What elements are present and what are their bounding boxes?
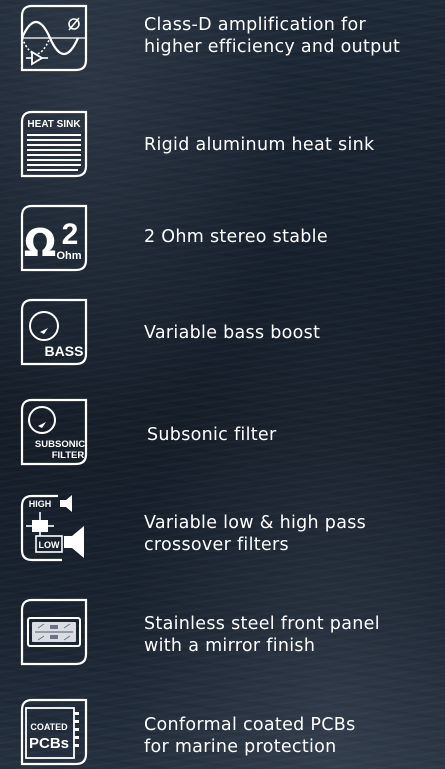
heat-sink-icon: HEAT SINK bbox=[18, 108, 90, 180]
subsonic-knob-icon-text2: FILTER bbox=[52, 450, 85, 461]
feature-front-panel: Stainless steel front panel with a mirro… bbox=[0, 596, 445, 676]
feature-two-ohm: Ω 2 Ohm 2 Ohm stereo stable bbox=[0, 198, 445, 278]
heat-sink-icon-text: HEAT SINK bbox=[27, 119, 81, 130]
class-d-wave-icon bbox=[18, 2, 90, 74]
svg-text:Ω: Ω bbox=[24, 221, 56, 265]
feature-coated-pcbs-label: Conformal coated PCBs for marine protect… bbox=[144, 715, 356, 757]
feature-heat-sink: HEAT SINK Rigid aluminum heat sink bbox=[0, 104, 445, 184]
bass-knob-icon: BASS bbox=[18, 296, 90, 368]
crossover-icon-text-low: LOW bbox=[39, 540, 60, 550]
feature-coated-pcbs: COATED PCBs Conformal coated PCBs for ma… bbox=[0, 694, 445, 769]
feature-bass-boost: BASS Variable bass boost bbox=[0, 294, 445, 374]
feature-heat-sink-label: Rigid aluminum heat sink bbox=[144, 135, 375, 155]
crossover-icon: HIGH LOW bbox=[18, 492, 90, 564]
pcb-icon-text2: PCBs bbox=[29, 735, 69, 752]
front-panel-icon bbox=[18, 596, 90, 668]
feature-subsonic-label: Subsonic filter bbox=[147, 425, 277, 445]
feature-crossover-label: Variable low & high pass crossover filte… bbox=[144, 513, 367, 555]
subsonic-knob-icon-text: SUBSONIC bbox=[35, 439, 85, 450]
crossover-icon-text-high: HIGH bbox=[29, 499, 52, 509]
feature-class-d: Class-D amplification for higher efficie… bbox=[0, 0, 445, 76]
feature-two-ohm-label: 2 Ohm stereo stable bbox=[144, 227, 328, 247]
bass-knob-icon-text: BASS bbox=[45, 343, 84, 359]
two-ohm-icon: Ω 2 Ohm bbox=[18, 202, 90, 274]
feature-front-panel-label: Stainless steel front panel with a mirro… bbox=[144, 614, 380, 656]
pcb-icon: COATED PCBs bbox=[18, 696, 90, 768]
feature-class-d-label: Class-D amplification for higher efficie… bbox=[144, 15, 401, 57]
pcb-icon-text: COATED bbox=[30, 722, 68, 732]
feature-crossover: HIGH LOW Variable low & high pass crosso… bbox=[0, 490, 445, 570]
feature-bass-boost-label: Variable bass boost bbox=[144, 323, 321, 343]
two-ohm-icon-number: 2 bbox=[62, 218, 79, 251]
subsonic-knob-icon: SUBSONIC FILTER bbox=[18, 396, 90, 468]
feature-subsonic: SUBSONIC FILTER Subsonic filter bbox=[0, 394, 445, 474]
two-ohm-icon-text: Ohm bbox=[56, 250, 81, 262]
